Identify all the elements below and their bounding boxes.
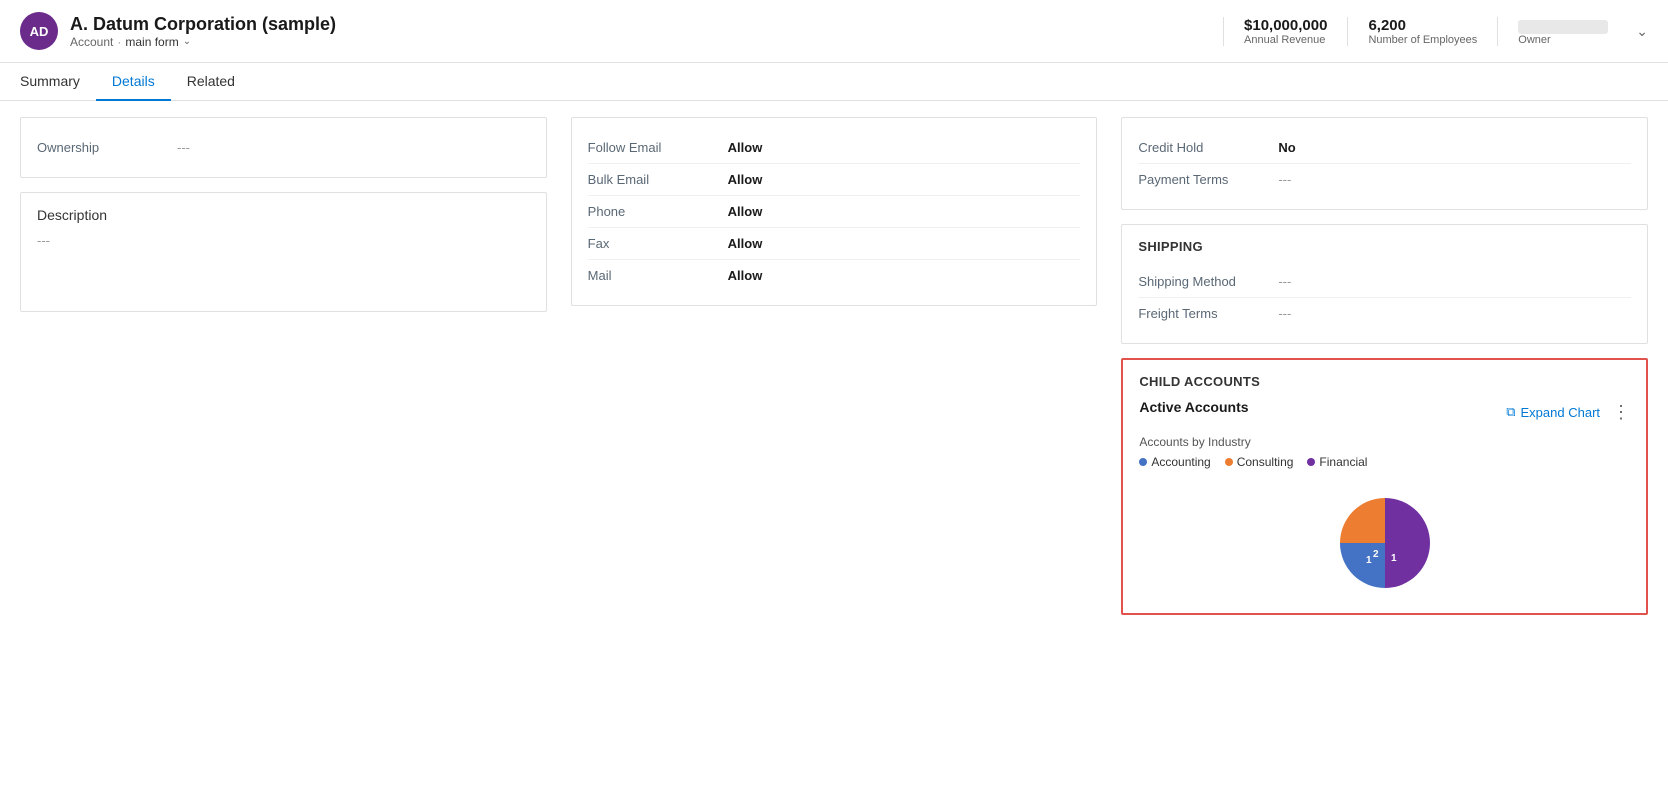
consulting-legend-label: Consulting <box>1237 455 1294 469</box>
freight-terms-label: Freight Terms <box>1138 306 1278 321</box>
fax-value: Allow <box>728 236 763 251</box>
ownership-card: Ownership --- <box>20 117 547 178</box>
tab-details[interactable]: Details <box>96 63 171 101</box>
column-2: Follow Email Allow Bulk Email Allow Phon… <box>559 117 1110 615</box>
shipping-method-value: --- <box>1278 274 1291 289</box>
annual-revenue-stat: $10,000,000 Annual Revenue <box>1223 17 1347 46</box>
form-name: main form <box>125 35 178 49</box>
billing-card: Credit Hold No Payment Terms --- <box>1121 117 1648 210</box>
num-employees-value: 6,200 <box>1368 17 1406 34</box>
field-shipping-method: Shipping Method --- <box>1138 266 1631 298</box>
num-employees-label: Number of Employees <box>1368 34 1477 46</box>
description-card: Description --- <box>20 192 547 312</box>
pie-slice-financial <box>1385 498 1430 588</box>
pie-chart-container: 2 1 1 <box>1139 483 1630 599</box>
shipping-card: SHIPPING Shipping Method --- Freight Ter… <box>1121 224 1648 344</box>
legend-item-accounting: Accounting <box>1139 455 1210 469</box>
company-name: A. Datum Corporation (sample) <box>70 14 1223 35</box>
annual-revenue-value: $10,000,000 <box>1244 17 1327 34</box>
field-fax: Fax Allow <box>588 228 1081 260</box>
description-value: --- <box>37 233 530 248</box>
pie-label-financial: 2 <box>1373 549 1379 560</box>
follow-email-value: Allow <box>728 140 763 155</box>
description-title: Description <box>37 207 530 223</box>
follow-email-label: Follow Email <box>588 140 728 155</box>
num-employees-stat: 6,200 Number of Employees <box>1347 17 1497 46</box>
payment-terms-value: --- <box>1278 172 1291 187</box>
more-options-button[interactable]: ⋮ <box>1612 403 1630 421</box>
header-subtitle: Account · main form ⌄ <box>70 35 1223 49</box>
credit-hold-label: Credit Hold <box>1138 140 1278 155</box>
bulk-email-value: Allow <box>728 172 763 187</box>
financial-dot <box>1307 458 1315 466</box>
pie-label-consulting: 1 <box>1391 553 1397 564</box>
financial-legend-label: Financial <box>1319 455 1367 469</box>
main-content: Ownership --- Description --- Follow Ema… <box>0 101 1668 631</box>
shipping-title: SHIPPING <box>1138 239 1631 254</box>
mail-value: Allow <box>728 268 763 283</box>
field-payment-terms: Payment Terms --- <box>1138 164 1631 195</box>
tab-summary[interactable]: Summary <box>20 63 96 101</box>
credit-hold-value: No <box>1278 140 1295 155</box>
form-chevron-icon[interactable]: ⌄ <box>183 36 191 47</box>
shipping-method-label: Shipping Method <box>1138 274 1278 289</box>
expand-chart-icon: ⧉ <box>1506 404 1515 420</box>
expand-chart-button[interactable]: ⧉ Expand Chart <box>1506 404 1600 420</box>
expand-chart-label: Expand Chart <box>1521 405 1601 420</box>
column-3: Credit Hold No Payment Terms --- SHIPPIN… <box>1109 117 1648 615</box>
pie-slice-consulting <box>1340 498 1385 543</box>
freight-terms-value: --- <box>1278 306 1291 321</box>
pie-label-accounting: 1 <box>1366 555 1372 566</box>
payment-terms-label: Payment Terms <box>1138 172 1278 187</box>
contact-preferences-card: Follow Email Allow Bulk Email Allow Phon… <box>571 117 1098 306</box>
header-chevron-icon[interactable]: ⌄ <box>1628 17 1648 46</box>
accounting-legend-label: Accounting <box>1151 455 1210 469</box>
mail-label: Mail <box>588 268 728 283</box>
chart-legend: Accounting Consulting Financial <box>1139 455 1630 469</box>
active-accounts-label: Active Accounts <box>1139 399 1248 415</box>
annual-revenue-label: Annual Revenue <box>1244 34 1325 46</box>
pie-svg: 2 1 1 <box>1335 493 1435 593</box>
field-phone: Phone Allow <box>588 196 1081 228</box>
chart-label: Accounts by Industry <box>1139 435 1630 449</box>
fax-label: Fax <box>588 236 728 251</box>
header-stats: $10,000,000 Annual Revenue 6,200 Number … <box>1223 17 1648 46</box>
column-1: Ownership --- Description --- <box>20 117 559 615</box>
owner-value-placeholder <box>1518 20 1608 34</box>
accounting-dot <box>1139 458 1147 466</box>
field-follow-email: Follow Email Allow <box>588 132 1081 164</box>
bulk-email-label: Bulk Email <box>588 172 728 187</box>
header-title-block: A. Datum Corporation (sample) Account · … <box>70 14 1223 49</box>
phone-value: Allow <box>728 204 763 219</box>
record-type: Account <box>70 35 113 49</box>
page-header: AD A. Datum Corporation (sample) Account… <box>0 0 1668 63</box>
child-accounts-actions: ⧉ Expand Chart ⋮ <box>1506 403 1630 421</box>
legend-item-consulting: Consulting <box>1225 455 1294 469</box>
consulting-dot <box>1225 458 1233 466</box>
child-accounts-card: CHILD ACCOUNTS Active Accounts ⧉ Expand … <box>1121 358 1648 615</box>
avatar: AD <box>20 12 58 50</box>
ownership-label: Ownership <box>37 140 177 155</box>
field-freight-terms: Freight Terms --- <box>1138 298 1631 329</box>
field-credit-hold: Credit Hold No <box>1138 132 1631 164</box>
child-accounts-header: CHILD ACCOUNTS <box>1139 374 1630 389</box>
field-mail: Mail Allow <box>588 260 1081 291</box>
child-accounts-title: CHILD ACCOUNTS <box>1139 374 1260 389</box>
owner-label: Owner <box>1518 34 1550 46</box>
phone-label: Phone <box>588 204 728 219</box>
legend-item-financial: Financial <box>1307 455 1367 469</box>
pie-chart: 2 1 1 <box>1335 493 1435 593</box>
subtitle-dot: · <box>117 35 121 49</box>
tab-related[interactable]: Related <box>171 63 251 101</box>
ownership-row: Ownership --- <box>37 132 530 163</box>
field-bulk-email: Bulk Email Allow <box>588 164 1081 196</box>
nav-tabs: Summary Details Related <box>0 63 1668 101</box>
owner-stat: Owner <box>1497 17 1628 46</box>
ownership-value: --- <box>177 140 190 155</box>
